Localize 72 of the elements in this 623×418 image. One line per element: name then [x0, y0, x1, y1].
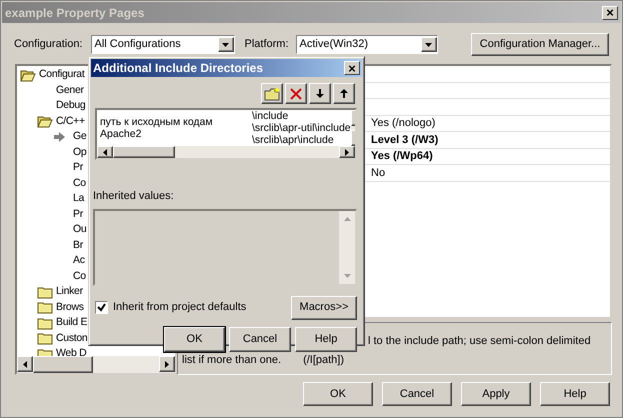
checkbox-label: Inherit from project defaults: [113, 300, 246, 316]
tree-item[interactable]: La: [73, 191, 84, 206]
tree-item[interactable]: Pr: [73, 160, 83, 176]
left-arrow-icon: [23, 360, 27, 368]
horizontal-scrollbar[interactable]: [97, 146, 355, 158]
tree-item[interactable]: Debug: [56, 98, 86, 114]
tree-item[interactable]: Ou: [73, 222, 86, 238]
tree-item[interactable]: Web D: [56, 346, 86, 356]
annotation-text: Apache2: [100, 128, 142, 140]
tree-item[interactable]: Br: [73, 238, 83, 253]
help-button[interactable]: Help: [295, 326, 357, 352]
tree-item[interactable]: Configurat: [39, 67, 84, 82]
directory-list[interactable]: путь к исходным кодам Apache2 \include \srclib\apr-util\include \srclib\apr\include: [95, 108, 357, 160]
right-arrow-icon: [345, 148, 349, 156]
property-value[interactable]: Yes (/Wp64): [371, 148, 433, 164]
dialog-title: Additional Include Directories: [93, 60, 264, 77]
configuration-label: Configuration:: [14, 37, 82, 52]
tree-item[interactable]: C/C++: [56, 114, 85, 129]
property-value[interactable]: No: [371, 164, 386, 181]
new-folder-button[interactable]: [261, 83, 283, 104]
up-arrow-icon: [340, 89, 348, 98]
down-arrow-icon: [344, 274, 350, 278]
scroll-thumb[interactable]: [33, 356, 93, 373]
checkbox[interactable]: [95, 301, 108, 314]
tree-item[interactable]: Op: [73, 144, 86, 160]
tree-item[interactable]: Ge: [73, 129, 86, 144]
description-text: l to the include path; use semi-colon delimited: [368, 334, 591, 349]
scroll-right-button[interactable]: [159, 356, 175, 372]
configuration-dropdown[interactable]: All Configurations: [90, 35, 234, 54]
scroll-left-button[interactable]: [17, 356, 33, 372]
close-button[interactable]: ×: [602, 6, 618, 20]
cancel-button[interactable]: Cancel: [229, 326, 291, 352]
tree-item[interactable]: Brows: [56, 300, 84, 315]
horizontal-scrollbar[interactable]: [17, 356, 175, 373]
tree-item[interactable]: Build E: [56, 315, 88, 330]
platform-dropdown[interactable]: Active(Win32): [296, 35, 438, 54]
right-arrow-icon: [165, 360, 169, 368]
move-up-button[interactable]: [333, 83, 355, 104]
folder-sparkle-icon: [264, 86, 280, 100]
delete-icon: [290, 88, 302, 100]
down-arrow-icon: [316, 89, 324, 98]
macros-button[interactable]: Macros>>: [291, 296, 357, 320]
apply-button[interactable]: Apply: [461, 382, 531, 406]
tree-item[interactable]: Gener: [56, 82, 84, 98]
scroll-thumb[interactable]: [113, 146, 175, 158]
directory-path[interactable]: \srclib\apr-util\include: [252, 122, 351, 134]
tree-item[interactable]: Linker: [56, 284, 83, 300]
delete-button[interactable]: [285, 83, 307, 104]
switch-text: (/I[path]): [303, 352, 344, 368]
left-arrow-icon: [103, 148, 107, 156]
help-button[interactable]: Help: [540, 382, 610, 406]
close-button[interactable]: ×: [344, 61, 360, 75]
tree-item[interactable]: Co: [73, 176, 86, 191]
description-text: list if more than one.: [182, 352, 282, 368]
cancel-button[interactable]: Cancel: [382, 382, 452, 406]
property-value[interactable]: Yes (/nologo): [371, 115, 436, 132]
configuration-manager-button[interactable]: Configuration Manager...: [471, 33, 609, 56]
move-down-button[interactable]: [309, 83, 331, 104]
scroll-left-button[interactable]: [97, 146, 113, 158]
tree-item[interactable]: Co: [73, 268, 86, 284]
tree-item[interactable]: Pr: [73, 206, 83, 222]
property-value[interactable]: Level 3 (/W3): [371, 132, 438, 148]
directory-path[interactable]: \srclib\apr\include: [252, 134, 351, 146]
window-title: example Property Pages: [5, 4, 144, 22]
ok-button[interactable]: OK: [164, 326, 225, 352]
tree-item[interactable]: Custon: [56, 330, 88, 346]
tree-item[interactable]: Ac: [73, 253, 85, 268]
scroll-right-button[interactable]: [339, 146, 355, 158]
platform-label: Platform:: [244, 37, 289, 52]
inherited-values-label: Inherited values:: [93, 189, 175, 204]
up-arrow-icon: [344, 216, 350, 220]
ok-button[interactable]: OK: [303, 382, 373, 406]
